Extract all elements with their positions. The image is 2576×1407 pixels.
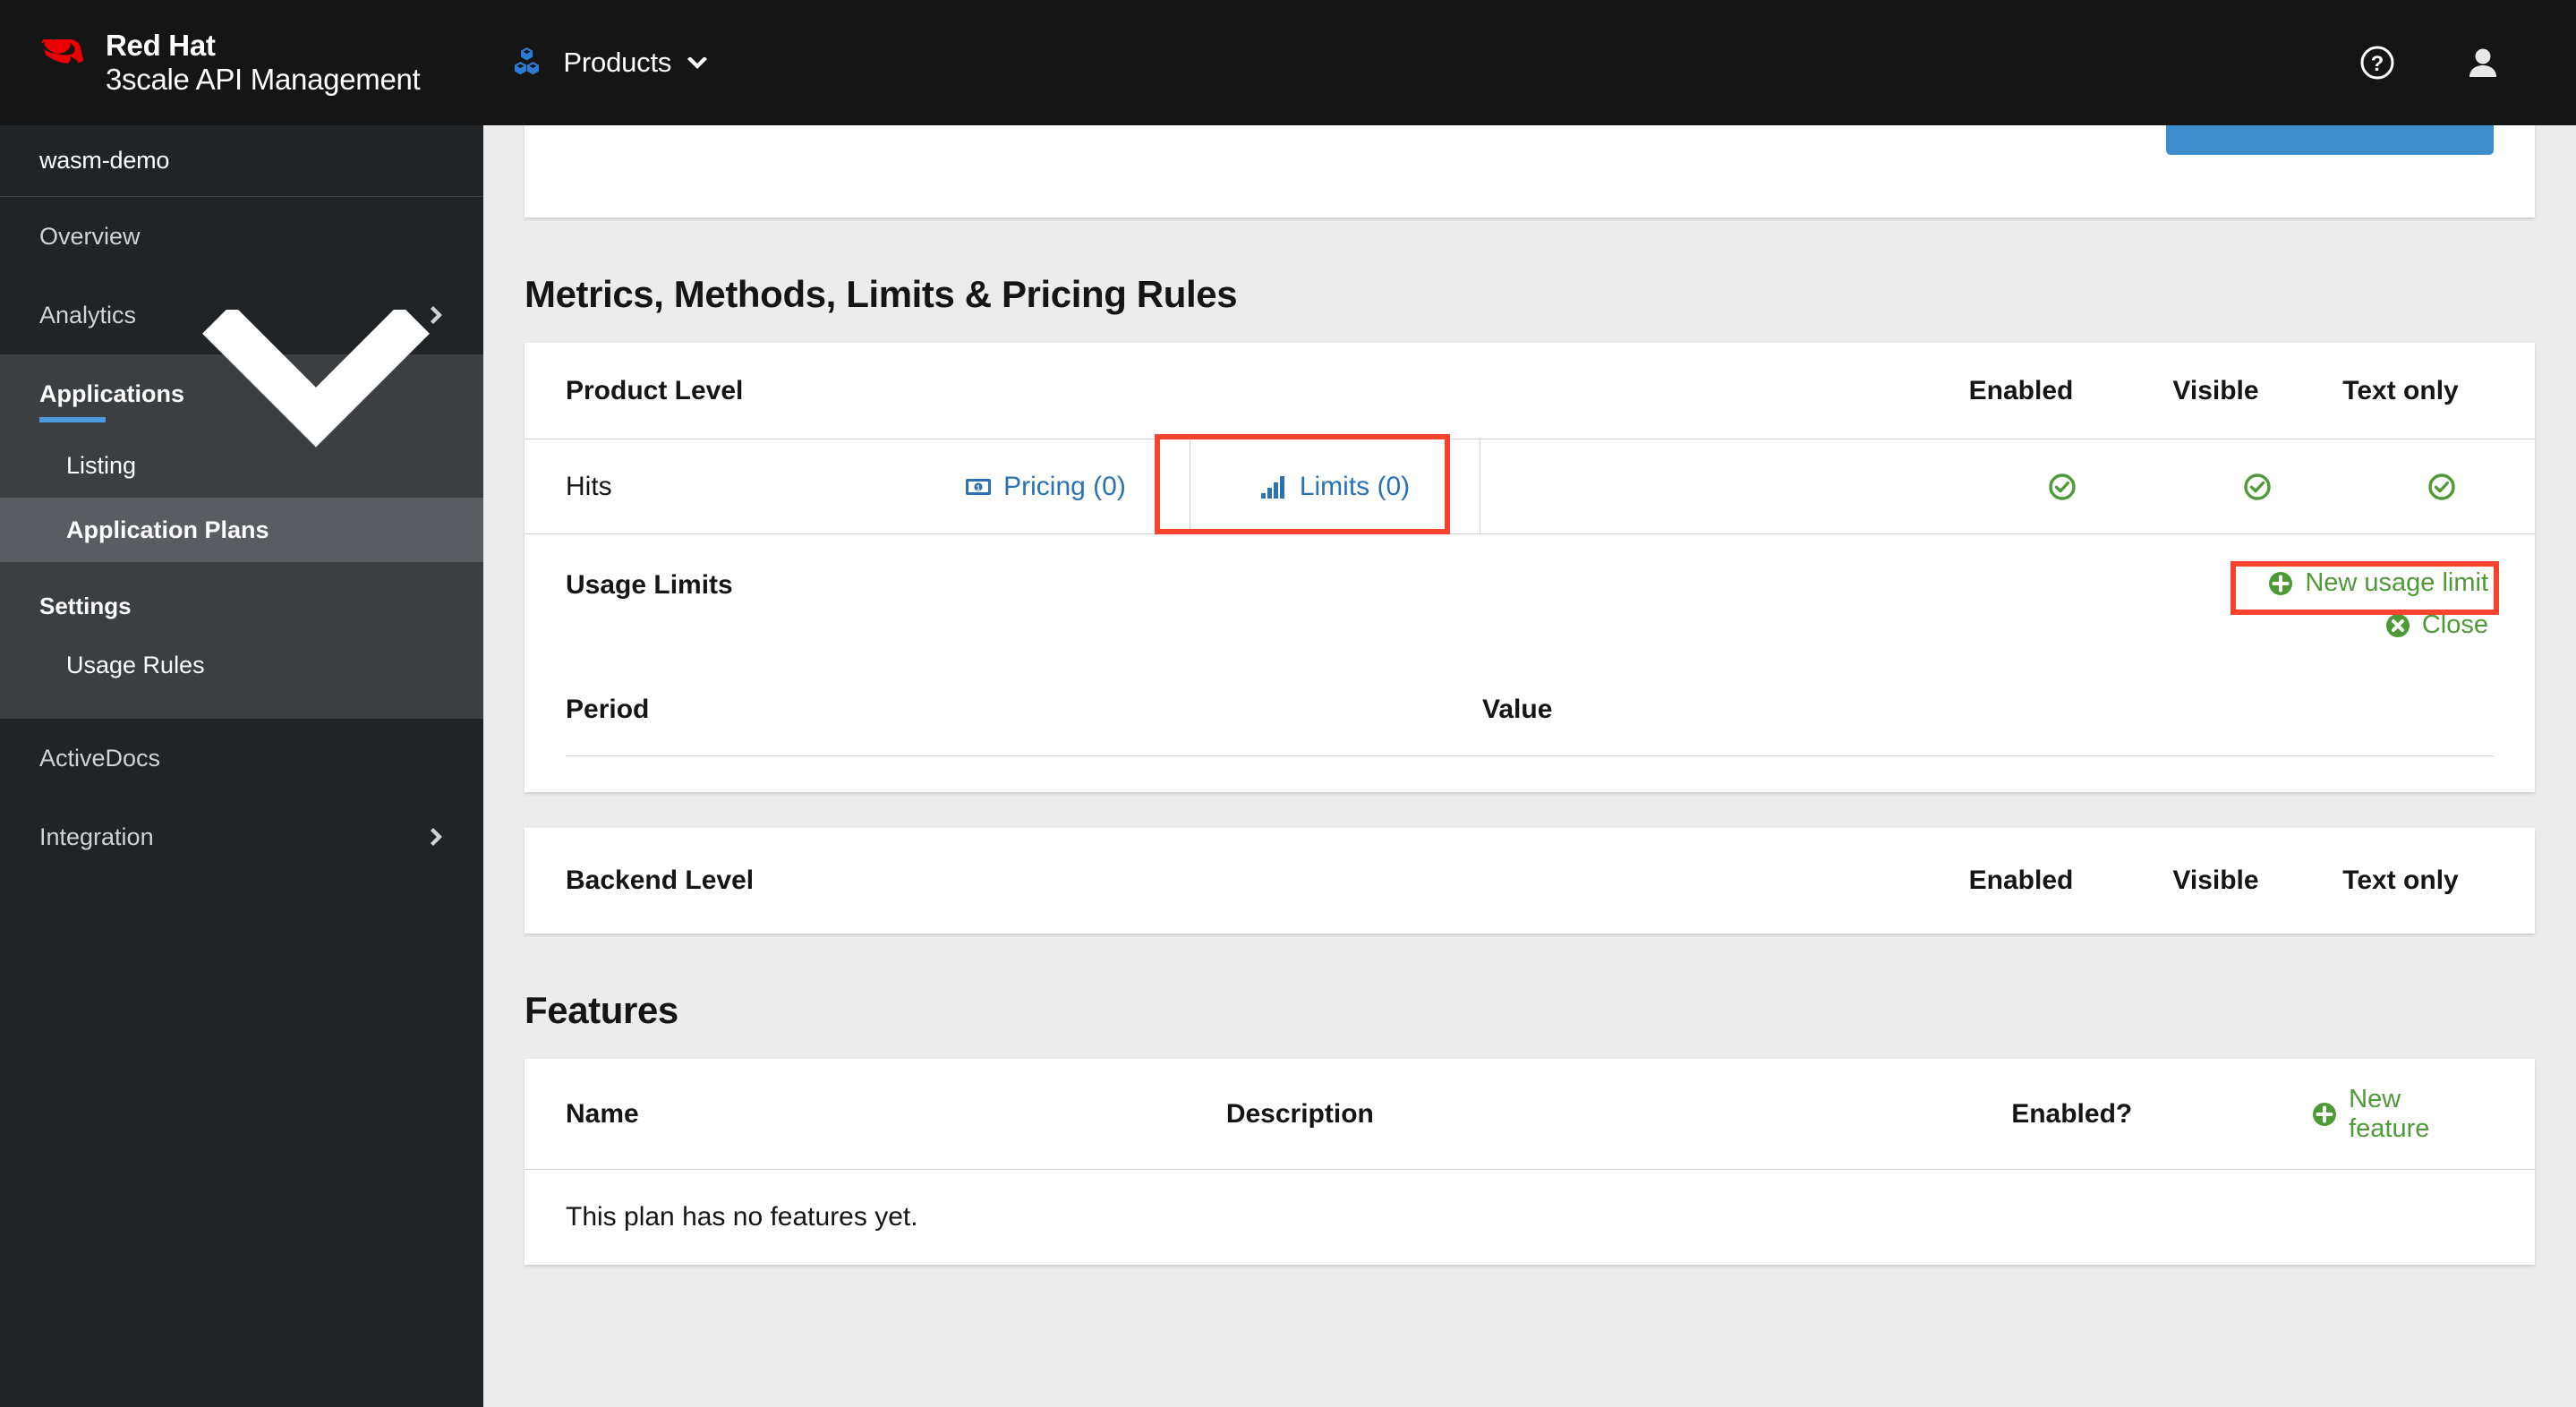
sidebar-group-applications-toggle[interactable]: Applications bbox=[0, 310, 483, 448]
column-header-text-only: Text only bbox=[2342, 375, 2459, 405]
row-spacer bbox=[1480, 439, 1959, 533]
redhat-fedora-logo bbox=[41, 39, 83, 69]
table-row: Hits 1 Pricing (0) Limits (0) bbox=[525, 434, 2535, 534]
sidebar-product-header[interactable]: wasm-demo bbox=[0, 125, 483, 197]
metrics-section-title: Metrics, Methods, Limits & Pricing Rules bbox=[525, 273, 1238, 315]
main-content: Metrics, Methods, Limits & Pricing Rules… bbox=[483, 125, 2576, 1407]
plus-circle-icon bbox=[2313, 1102, 2337, 1126]
features-table-header: Name Description Enabled? New feature bbox=[525, 1059, 2535, 1170]
sidebar-product-name: wasm-demo bbox=[39, 147, 170, 174]
new-usage-limit-label: New usage limit bbox=[2305, 568, 2488, 597]
chevron-down-icon bbox=[687, 56, 708, 69]
new-feature-label: New feature bbox=[2349, 1084, 2430, 1143]
user-menu-button[interactable] bbox=[2460, 39, 2506, 86]
new-usage-limit-button[interactable]: New usage limit bbox=[2262, 565, 2494, 601]
check-circle-icon bbox=[2243, 473, 2271, 500]
sidebar-navigation: wasm-demo Overview Analytics Application… bbox=[0, 125, 483, 1407]
close-usage-limits-label: Close bbox=[2421, 610, 2488, 639]
usage-limits-block: Usage Limits New usage limit Close Perio… bbox=[525, 534, 2535, 792]
features-empty-message: This plan has no features yet. bbox=[566, 1202, 918, 1232]
column-header-visible: Visible bbox=[2172, 375, 2259, 405]
sidebar-item-listing-label: Listing bbox=[66, 451, 137, 479]
features-card: Name Description Enabled? New feature Th… bbox=[525, 1059, 2535, 1265]
user-avatar-icon bbox=[2469, 48, 2496, 77]
backend-level-label: Backend Level bbox=[566, 866, 755, 895]
features-empty-row: This plan has no features yet. bbox=[525, 1170, 2535, 1265]
column-header-value: Value bbox=[1482, 694, 1553, 724]
sidebar-item-usage-rules[interactable]: Usage Rules bbox=[0, 633, 483, 697]
backend-level-header-row: Backend Level Enabled Visible Text only bbox=[525, 828, 2535, 934]
products-nav-label: Products bbox=[563, 47, 672, 78]
usage-limits-bottom-padding bbox=[566, 756, 2494, 792]
sidebar-group-applications: Applications Listing Application Plans S… bbox=[0, 310, 483, 719]
brand-logo-link[interactable]: Red Hat 3scale API Management bbox=[39, 29, 421, 97]
column-header-period: Period bbox=[566, 694, 650, 724]
sidebar-item-integration[interactable]: Integration bbox=[0, 797, 483, 876]
backend-column-header-visible: Visible bbox=[2172, 866, 2259, 895]
backend-column-header-text-only: Text only bbox=[2342, 866, 2459, 895]
update-plan-button[interactable] bbox=[2166, 125, 2494, 155]
products-nav-dropdown[interactable]: Products bbox=[504, 38, 720, 88]
masthead-actions: ? bbox=[2354, 39, 2506, 86]
check-circle-icon bbox=[2049, 473, 2076, 500]
usage-limits-actions: New usage limit Close bbox=[2231, 561, 2499, 644]
product-level-label: Product Level bbox=[566, 375, 744, 405]
bar-chart-icon bbox=[1260, 475, 1284, 499]
usage-limits-header: Usage Limits New usage limit Close bbox=[566, 534, 2499, 644]
column-header-description: Description bbox=[1225, 1098, 1374, 1129]
enabled-check-cell[interactable] bbox=[1959, 439, 2165, 533]
text-only-check-cell[interactable] bbox=[2349, 439, 2535, 533]
backend-column-header-enabled: Enabled bbox=[1968, 866, 2074, 895]
sidebar-item-integration-label: Integration bbox=[39, 823, 154, 850]
column-header-name: Name bbox=[566, 1098, 639, 1129]
sidebar-item-usage-rules-label: Usage Rules bbox=[66, 651, 205, 678]
brand-title-line2: 3scale API Management bbox=[106, 63, 421, 96]
chevron-down-icon bbox=[202, 310, 430, 448]
metric-name-hits: Hits bbox=[566, 471, 612, 501]
column-header-enabled: Enabled bbox=[1968, 375, 2074, 405]
times-circle-icon bbox=[2385, 613, 2410, 637]
limits-link[interactable]: Limits (0) bbox=[1190, 439, 1480, 533]
pricing-link[interactable]: 1 Pricing (0) bbox=[900, 439, 1190, 533]
cubes-icon bbox=[515, 47, 540, 75]
sidebar-item-application-plans[interactable]: Application Plans bbox=[0, 498, 483, 562]
sidebar-item-overview-label: Overview bbox=[39, 222, 141, 250]
help-circle-icon: ? bbox=[2360, 46, 2394, 80]
column-header-enabled-q: Enabled? bbox=[2011, 1098, 2133, 1129]
money-bill-icon: 1 bbox=[966, 478, 992, 495]
limits-link-label: Limits (0) bbox=[1299, 471, 1411, 501]
metrics-card: Product Level Enabled Visible Text only … bbox=[525, 343, 2535, 792]
sidebar-group-applications-label: Applications bbox=[39, 379, 185, 407]
visible-check-cell[interactable] bbox=[2165, 439, 2349, 533]
features-section-title: Features bbox=[525, 989, 678, 1031]
sidebar-item-activedocs-label: ActiveDocs bbox=[39, 744, 161, 772]
sidebar-group-bottom-padding bbox=[0, 697, 483, 719]
plan-details-card-partial bbox=[525, 125, 2535, 217]
backend-level-card: Backend Level Enabled Visible Text only bbox=[525, 828, 2535, 934]
usage-limits-column-headers: Period Value bbox=[566, 663, 2494, 756]
usage-limits-title: Usage Limits bbox=[566, 570, 733, 600]
help-button[interactable]: ? bbox=[2354, 39, 2401, 86]
plus-circle-icon bbox=[2269, 571, 2293, 595]
sidebar-item-application-plans-label: Application Plans bbox=[66, 516, 269, 543]
sidebar-item-activedocs[interactable]: ActiveDocs bbox=[0, 719, 483, 797]
check-circle-icon bbox=[2428, 473, 2455, 500]
card-gap bbox=[483, 792, 2576, 828]
masthead: Red Hat 3scale API Management Products ? bbox=[0, 0, 2576, 125]
brand-title-line1: Red Hat bbox=[106, 29, 216, 63]
chevron-right-icon bbox=[431, 828, 442, 846]
sidebar-item-overview[interactable]: Overview bbox=[0, 197, 483, 276]
new-feature-button[interactable]: New feature bbox=[2306, 1081, 2494, 1147]
pricing-link-label: Pricing (0) bbox=[1003, 471, 1126, 501]
close-usage-limits-button[interactable]: Close bbox=[2379, 607, 2494, 644]
svg-text:?: ? bbox=[2371, 52, 2384, 76]
svg-text:1: 1 bbox=[977, 484, 981, 492]
product-level-header-row: Product Level Enabled Visible Text only bbox=[525, 343, 2535, 439]
sidebar-section-settings: Settings bbox=[39, 593, 132, 619]
